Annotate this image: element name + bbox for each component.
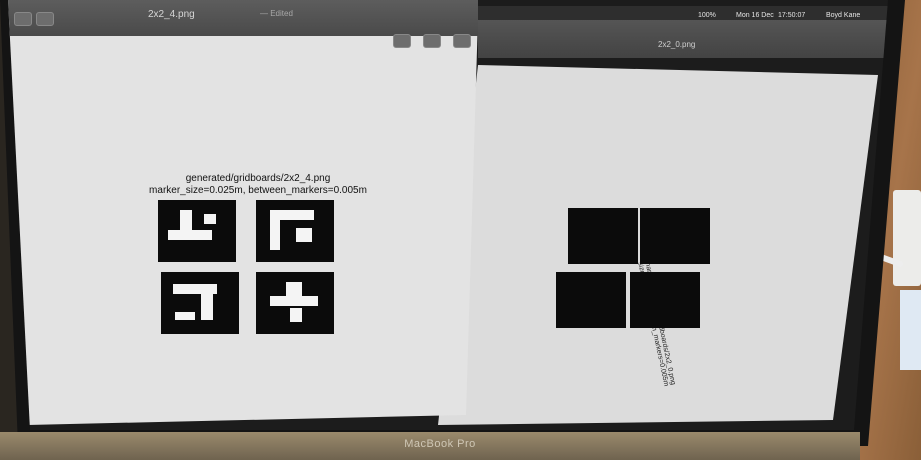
zoom-in-icon[interactable] (36, 12, 54, 26)
aruco-marker-right-4 (630, 272, 700, 328)
marker-cell (204, 214, 216, 224)
laptop-screen: 100% Mon 16 Dec 17:50:07 Boyd Kane 2x2_0… (8, 0, 888, 430)
marker-cell (173, 284, 217, 294)
left-caption-line2: marker_size=0.025m, between_markers=0.00… (149, 185, 367, 196)
right-window-title: 2x2_0.png (658, 40, 696, 49)
cable-box (900, 290, 921, 370)
marker-cell (175, 312, 195, 320)
left-window-edited-label: — Edited (260, 9, 293, 18)
marker-cell (286, 282, 302, 296)
markup-pen-icon[interactable] (393, 34, 411, 48)
marker-cell (640, 220, 676, 230)
marker-cell (630, 280, 640, 304)
aruco-marker-left-2 (256, 200, 334, 262)
menu-time: 17:50:07 (778, 12, 806, 19)
marker-cell (201, 294, 213, 320)
menu-date: Mon 16 Dec (736, 12, 774, 19)
left-window-title: 2x2_4.png (148, 9, 195, 20)
marker-cell (556, 272, 596, 282)
aruco-marker-left-3 (161, 272, 239, 334)
aruco-marker-left-1 (158, 200, 236, 262)
left-image-window[interactable] (8, 0, 478, 425)
marker-cell (296, 228, 312, 242)
marker-cell (168, 230, 212, 240)
aruco-marker-right-1 (568, 208, 638, 264)
marker-cell (556, 282, 582, 292)
zoom-out-icon[interactable] (14, 12, 32, 26)
aruco-marker-right-3 (556, 272, 626, 328)
aruco-marker-right-2 (640, 208, 710, 264)
marker-cell (568, 208, 582, 218)
marker-cell (270, 210, 314, 220)
menu-user: Boyd Kane (826, 12, 861, 19)
marker-cell (568, 218, 598, 228)
marker-cell (630, 272, 670, 280)
laptop-brand-label: MacBook Pro (404, 438, 476, 450)
marker-cell (290, 308, 302, 322)
share-icon[interactable] (423, 34, 441, 48)
left-caption-line1: generated/gridboards/2x2_4.png (185, 173, 331, 184)
right-window-titlebar[interactable] (478, 20, 888, 58)
charger-plug (893, 190, 921, 286)
aruco-marker-left-4 (256, 272, 334, 334)
marker-cell (640, 208, 652, 220)
marker-cell (270, 220, 280, 250)
marker-cell (270, 296, 318, 306)
left-caption: generated/gridboards/2x2_4.png marker_si… (108, 173, 408, 197)
left-window-titlebar[interactable] (8, 0, 478, 36)
battery-status: 100% (698, 12, 716, 19)
annotate-icon[interactable] (453, 34, 471, 48)
